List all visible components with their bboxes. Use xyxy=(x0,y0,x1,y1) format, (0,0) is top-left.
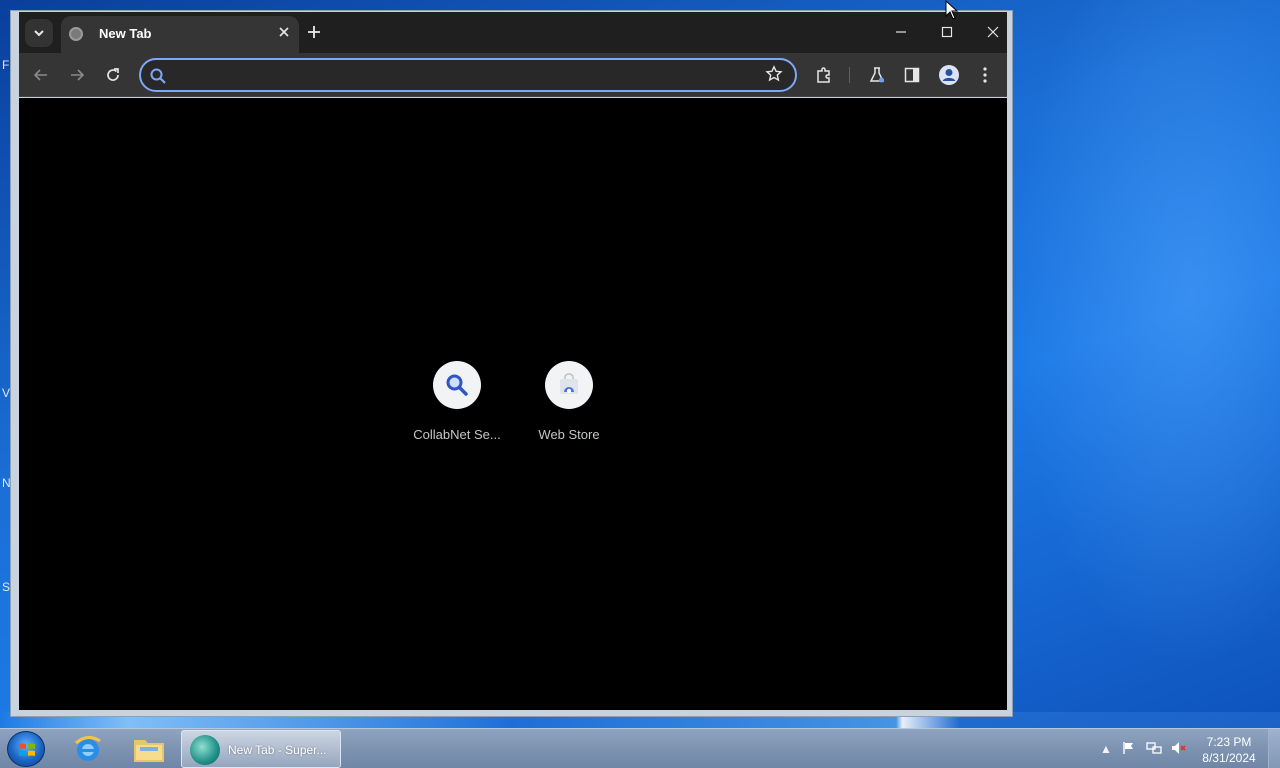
plus-icon xyxy=(308,26,320,38)
extensions-button[interactable] xyxy=(811,62,837,88)
shortcut-icon xyxy=(433,361,481,409)
address-input[interactable] xyxy=(173,64,753,86)
tab-search-button[interactable] xyxy=(25,19,53,47)
search-icon xyxy=(150,68,166,84)
web-store-icon xyxy=(560,373,578,394)
taskbar: New Tab - Super... ▲ 7:23 PM 8/31/2024 xyxy=(0,728,1280,768)
browser-app-icon xyxy=(190,735,220,765)
profile-button[interactable] xyxy=(936,62,962,88)
desktop-edge-letter: V xyxy=(2,386,11,400)
taskbar-task-browser[interactable]: New Tab - Super... xyxy=(181,730,341,768)
close-window-button[interactable] xyxy=(971,14,1015,50)
tab-title: New Tab xyxy=(99,26,152,41)
forward-button[interactable] xyxy=(63,61,91,89)
desktop-background xyxy=(980,0,1280,730)
desktop-edge-letter: F xyxy=(2,58,10,72)
file-explorer-icon xyxy=(134,740,164,762)
clock-time: 7:23 PM xyxy=(1206,735,1252,749)
menu-kebab-icon xyxy=(983,67,987,83)
minimize-icon xyxy=(896,31,906,33)
clock-date: 8/31/2024 xyxy=(1202,751,1256,765)
shortcut-label: CollabNet Se... xyxy=(413,427,501,442)
minimize-button[interactable] xyxy=(879,14,923,50)
task-label: New Tab - Super... xyxy=(228,743,327,757)
chevron-down-icon xyxy=(34,30,44,37)
bookmark-star-icon[interactable] xyxy=(763,65,785,87)
menu-button[interactable] xyxy=(972,62,998,88)
toolbar-separator xyxy=(849,67,850,83)
action-center-flag-icon[interactable] xyxy=(1121,741,1137,757)
back-button[interactable] xyxy=(27,61,55,89)
address-bar[interactable] xyxy=(139,58,797,92)
tab-close-button[interactable] xyxy=(273,22,295,44)
reload-icon xyxy=(107,68,119,81)
extensions-icon xyxy=(817,67,830,83)
title-bar: New Tab xyxy=(19,12,1007,54)
mouse-cursor-icon xyxy=(945,0,959,20)
taskbar-file-explorer[interactable] xyxy=(123,730,175,768)
reload-button[interactable] xyxy=(99,61,127,89)
show-desktop-button[interactable] xyxy=(1268,729,1280,768)
close-icon xyxy=(987,26,999,38)
globe-icon xyxy=(69,27,83,41)
maximize-icon xyxy=(941,26,953,38)
shortcut-collabnet[interactable]: CollabNet Se... xyxy=(401,361,513,461)
volume-muted-icon[interactable] xyxy=(1171,741,1187,757)
magnifier-icon xyxy=(446,374,468,396)
side-panel-button[interactable] xyxy=(899,62,925,88)
start-button[interactable] xyxy=(7,731,45,767)
forward-icon xyxy=(71,69,85,81)
shortcut-web-store[interactable]: Web Store xyxy=(513,361,625,461)
back-icon xyxy=(33,69,47,81)
tray-expand-icon[interactable]: ▲ xyxy=(1098,741,1114,757)
taskbar-internet-explorer[interactable] xyxy=(62,730,114,768)
new-tab-button[interactable] xyxy=(301,20,327,46)
desktop-edge-letter: S xyxy=(2,580,11,594)
close-icon xyxy=(279,27,289,37)
internet-explorer-icon xyxy=(75,736,101,761)
windows-logo-icon xyxy=(19,743,35,756)
tab-new-tab[interactable]: New Tab xyxy=(61,16,299,54)
side-panel-icon xyxy=(904,67,920,83)
browser-window: New Tab CollabNet Se... Web Store xyxy=(10,10,1013,717)
labs-flask-icon xyxy=(869,67,885,83)
shortcut-icon xyxy=(545,361,593,409)
profile-icon xyxy=(939,65,959,85)
system-clock[interactable]: 7:23 PM 8/31/2024 xyxy=(1194,734,1264,766)
labs-button[interactable] xyxy=(864,62,890,88)
new-tab-page: CollabNet Se... Web Store xyxy=(19,98,1007,710)
shortcut-label: Web Store xyxy=(538,427,600,442)
browser-toolbar xyxy=(19,53,1007,97)
network-icon[interactable] xyxy=(1146,741,1162,757)
